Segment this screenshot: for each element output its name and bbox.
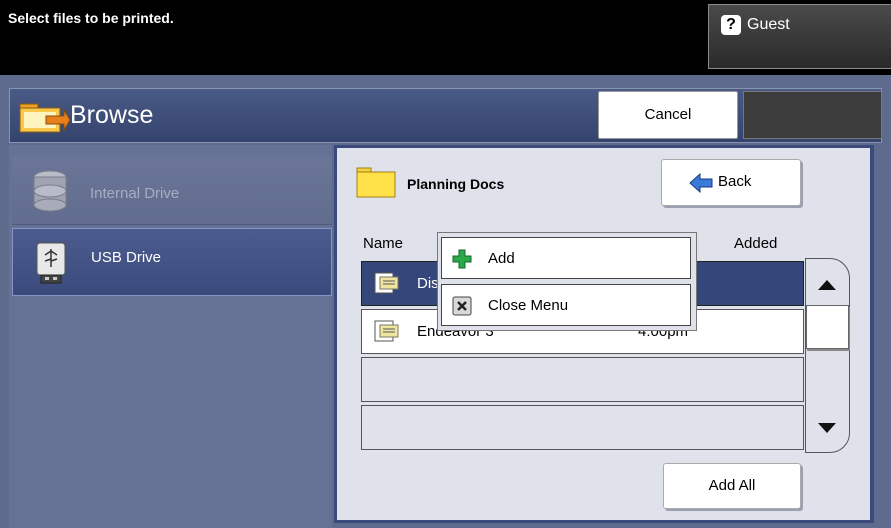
back-arrow-icon <box>689 173 713 193</box>
prompt-text: Select files to be printed. <box>8 10 174 26</box>
folder-name: Planning Docs <box>407 176 505 192</box>
guest-button[interactable]: ? Guest <box>708 4 891 69</box>
file-row-empty <box>361 357 804 402</box>
add-all-button[interactable]: Add All <box>663 463 801 509</box>
file-name: Dis <box>417 275 439 292</box>
file-row-empty <box>361 405 804 450</box>
menu-add-label: Add <box>488 250 515 267</box>
guest-label: Guest <box>747 16 790 33</box>
document-icon <box>374 272 399 294</box>
page-title: Browse <box>70 101 154 129</box>
menu-item-add[interactable]: Add <box>441 237 691 279</box>
back-label: Back <box>718 173 752 190</box>
scroll-down-icon[interactable] <box>806 405 849 450</box>
plus-icon <box>452 249 472 269</box>
folder-icon <box>356 167 396 198</box>
drive-item-internal[interactable]: Internal Drive <box>12 157 332 225</box>
menu-item-close[interactable]: Close Menu <box>441 284 691 326</box>
usb-drive-icon <box>36 242 66 284</box>
cancel-button[interactable]: Cancel <box>598 91 738 139</box>
column-header-added: Added <box>734 235 778 252</box>
help-icon: ? <box>721 15 741 35</box>
close-icon <box>452 296 472 316</box>
scroll-thumb[interactable] <box>806 305 849 349</box>
back-button[interactable]: Back <box>661 159 801 206</box>
column-header-name: Name <box>363 235 404 252</box>
menu-close-label: Close Menu <box>488 297 569 314</box>
drive-label-internal: Internal Drive <box>90 185 180 202</box>
scroll-up-icon[interactable] <box>806 260 849 305</box>
drive-label-usb: USB Drive <box>91 249 162 266</box>
drive-item-usb[interactable]: USB Drive <box>12 228 332 296</box>
hard-drive-icon <box>33 170 67 212</box>
disabled-action-button <box>743 91 882 139</box>
document-icon <box>374 320 399 342</box>
browse-folder-icon <box>19 103 70 133</box>
